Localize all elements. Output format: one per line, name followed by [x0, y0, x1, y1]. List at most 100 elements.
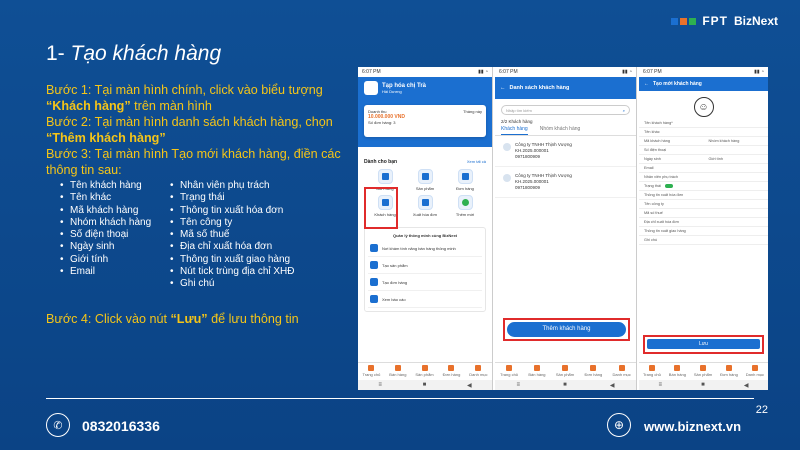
fpt-label: FPT: [702, 14, 728, 28]
order-icon: [725, 365, 732, 371]
list-item[interactable]: Tạo sản phẩm: [368, 257, 482, 274]
feature-icon: [370, 244, 378, 252]
tab-orders[interactable]: Đơn hàng: [443, 363, 460, 380]
tab-catalog[interactable]: Danh mục: [613, 363, 631, 380]
back-arrow-icon[interactable]: ←: [500, 85, 506, 91]
cart-icon: [394, 365, 401, 371]
list-item[interactable]: Nơi khám tính năng bán hàng thông minh: [368, 240, 482, 257]
tab-products[interactable]: Sản phẩm: [694, 363, 712, 380]
field-list-col2: Nhân viên phụ trách Trạng thái Thông tin…: [170, 180, 295, 291]
tab-sales[interactable]: Bán hàng: [669, 363, 686, 380]
company-field[interactable]: Tên công ty: [639, 200, 768, 209]
customer-group-field[interactable]: Nhóm khách hàng: [703, 137, 768, 146]
android-nav: ≡ ■ ◀: [495, 380, 636, 390]
search-input[interactable]: Nhập tìm kiếm ⌕: [501, 105, 630, 115]
back-arrow-icon[interactable]: ←: [644, 81, 649, 87]
tab-home[interactable]: Trang chủ: [362, 363, 380, 380]
status-toggle[interactable]: Trạng thái: [639, 182, 768, 191]
screen-header: ← Danh sách khách hàng: [495, 77, 636, 99]
phone-field[interactable]: Số điện thoại: [639, 146, 768, 155]
tab-customers[interactable]: Khách hàng: [501, 126, 528, 135]
list-item[interactable]: Xem báo cáo: [368, 291, 482, 308]
tab-catalog[interactable]: Danh mục: [746, 363, 764, 380]
tile-orders[interactable]: Đơn hàng: [446, 169, 484, 191]
list-item[interactable]: Công ty TNHH Thịnh Vượng KH.2025.000001 09…: [495, 136, 636, 167]
tab-sales[interactable]: Bán hàng: [528, 363, 546, 380]
menu-icon: [618, 365, 625, 371]
bottom-tabs: Trang chủ Bán hàng Sản phẩm Đơn hàng Dan…: [495, 362, 636, 380]
list-item: Giới tính: [60, 254, 170, 267]
customer-tabs: Khách hàng Nhóm khách hàng: [495, 126, 636, 136]
tab-home[interactable]: Trang chủ: [643, 363, 661, 380]
tab-sales[interactable]: Bán hàng: [389, 363, 406, 380]
store-info: Tạp hóa chị Trà Hải Dương: [364, 81, 486, 95]
nav-menu-icon: ≡: [516, 382, 521, 388]
field-list: Tên khách hàng Tên khác Mã khách hàng Nh…: [46, 180, 346, 291]
list-item: Ngày sinh: [60, 241, 170, 254]
tile-add-new[interactable]: Thêm mới: [446, 195, 484, 217]
email-field[interactable]: Email: [639, 164, 768, 173]
list-item[interactable]: Công ty TNHH Thịnh Vượng KH.2025.000001 09…: [495, 167, 636, 198]
alias-field[interactable]: Tên khác: [639, 128, 768, 137]
dob-field[interactable]: Ngày sinh: [639, 155, 704, 164]
delivery-section[interactable]: Thông tin xuất giao hàng: [639, 227, 768, 236]
promo-card: Quản lý thông minh cùng BizNext Nơi khám…: [364, 227, 486, 312]
revenue-card[interactable]: Doanh thu Tháng này 10.000.000 VND Số đơn…: [364, 105, 486, 137]
search-icon: ⌕: [622, 108, 625, 113]
cart-icon: [674, 365, 681, 371]
list-item[interactable]: Tạo đơn hàng: [368, 274, 482, 291]
footer-phone[interactable]: 0832016336: [82, 418, 160, 434]
tile-products[interactable]: Sản phẩm: [406, 169, 444, 191]
customer-avatar-icon: [503, 174, 511, 182]
menu-icon: [475, 365, 482, 371]
tab-customer-groups[interactable]: Nhóm khách hàng: [540, 126, 581, 135]
highlight-box: [503, 318, 630, 341]
note-field[interactable]: Ghi chú: [639, 236, 768, 245]
gender-field[interactable]: Giới tính: [703, 155, 768, 164]
order-icon: [461, 173, 469, 180]
nav-menu-icon: ≡: [658, 382, 663, 388]
list-item: Thông tin xuất giao hàng: [170, 254, 295, 267]
home-icon: [506, 365, 513, 371]
field-list-col1: Tên khách hàng Tên khác Mã khách hàng Nh…: [60, 180, 170, 291]
brand-header: FPT BizNext: [671, 14, 778, 28]
nav-back-icon: ◀: [609, 382, 615, 389]
tab-products[interactable]: Sản phẩm: [556, 363, 574, 380]
biznext-label: BizNext: [733, 14, 778, 28]
tab-products[interactable]: Sản phẩm: [415, 363, 434, 380]
staff-field[interactable]: Nhân viên phụ trách: [639, 173, 768, 182]
footer-website[interactable]: www.biznext.vn: [644, 419, 741, 434]
cart-icon: [533, 365, 540, 371]
chart-icon: [370, 295, 378, 303]
bottom-tabs: Trang chủ Bán hàng Sản phẩm Đơn hàng Dan…: [639, 362, 768, 380]
tile-invoice[interactable]: Xuất hóa đơn: [406, 195, 444, 217]
invoice-section: Thông tin xuất hóa đơn: [639, 191, 768, 200]
list-item: Tên khác: [60, 192, 170, 205]
tab-catalog[interactable]: Danh mục: [469, 363, 488, 380]
list-item: Tên khách hàng: [60, 180, 170, 193]
fpt-logo-icon: [671, 17, 697, 25]
bottom-tabs: Trang chủ Bán hàng Sản phẩm Đơn hàng Dan…: [358, 362, 492, 380]
box-icon: [421, 365, 428, 371]
customer-code-field[interactable]: Mã khách hàng: [639, 137, 704, 146]
list-item: Địa chỉ xuất hóa đơn: [170, 241, 295, 254]
list-item: Thông tin xuất hóa đơn: [170, 205, 295, 218]
list-item: Nhóm khách hàng: [60, 217, 170, 230]
invoice-address-field[interactable]: Địa chỉ xuất hóa đơn: [639, 218, 768, 227]
cart-icon: [381, 173, 389, 180]
step-3: Bước 3: Tại màn hình Tạo mới khách hàng,…: [46, 147, 341, 177]
tab-orders[interactable]: Đơn hàng: [584, 363, 602, 380]
tax-field[interactable]: Mã số thuế: [639, 209, 768, 218]
nav-home-icon: ■: [701, 382, 705, 388]
list-item: Mã số thuế: [170, 229, 295, 242]
avatar-upload-icon[interactable]: ☺: [693, 97, 714, 117]
customer-name-field[interactable]: Tên khách hàng*: [639, 119, 768, 128]
screen-header: ← Tạo mới khách hàng: [639, 77, 768, 91]
section-header: Dành cho bạn Xem tất cả: [364, 159, 486, 165]
customer-count: 2/2 Khách hàng: [501, 119, 533, 124]
list-item: Trạng thái: [170, 192, 295, 205]
tab-home[interactable]: Trang chủ: [500, 363, 518, 380]
box-icon: [421, 173, 429, 180]
tab-orders[interactable]: Đơn hàng: [720, 363, 738, 380]
plus-icon: [461, 199, 469, 206]
